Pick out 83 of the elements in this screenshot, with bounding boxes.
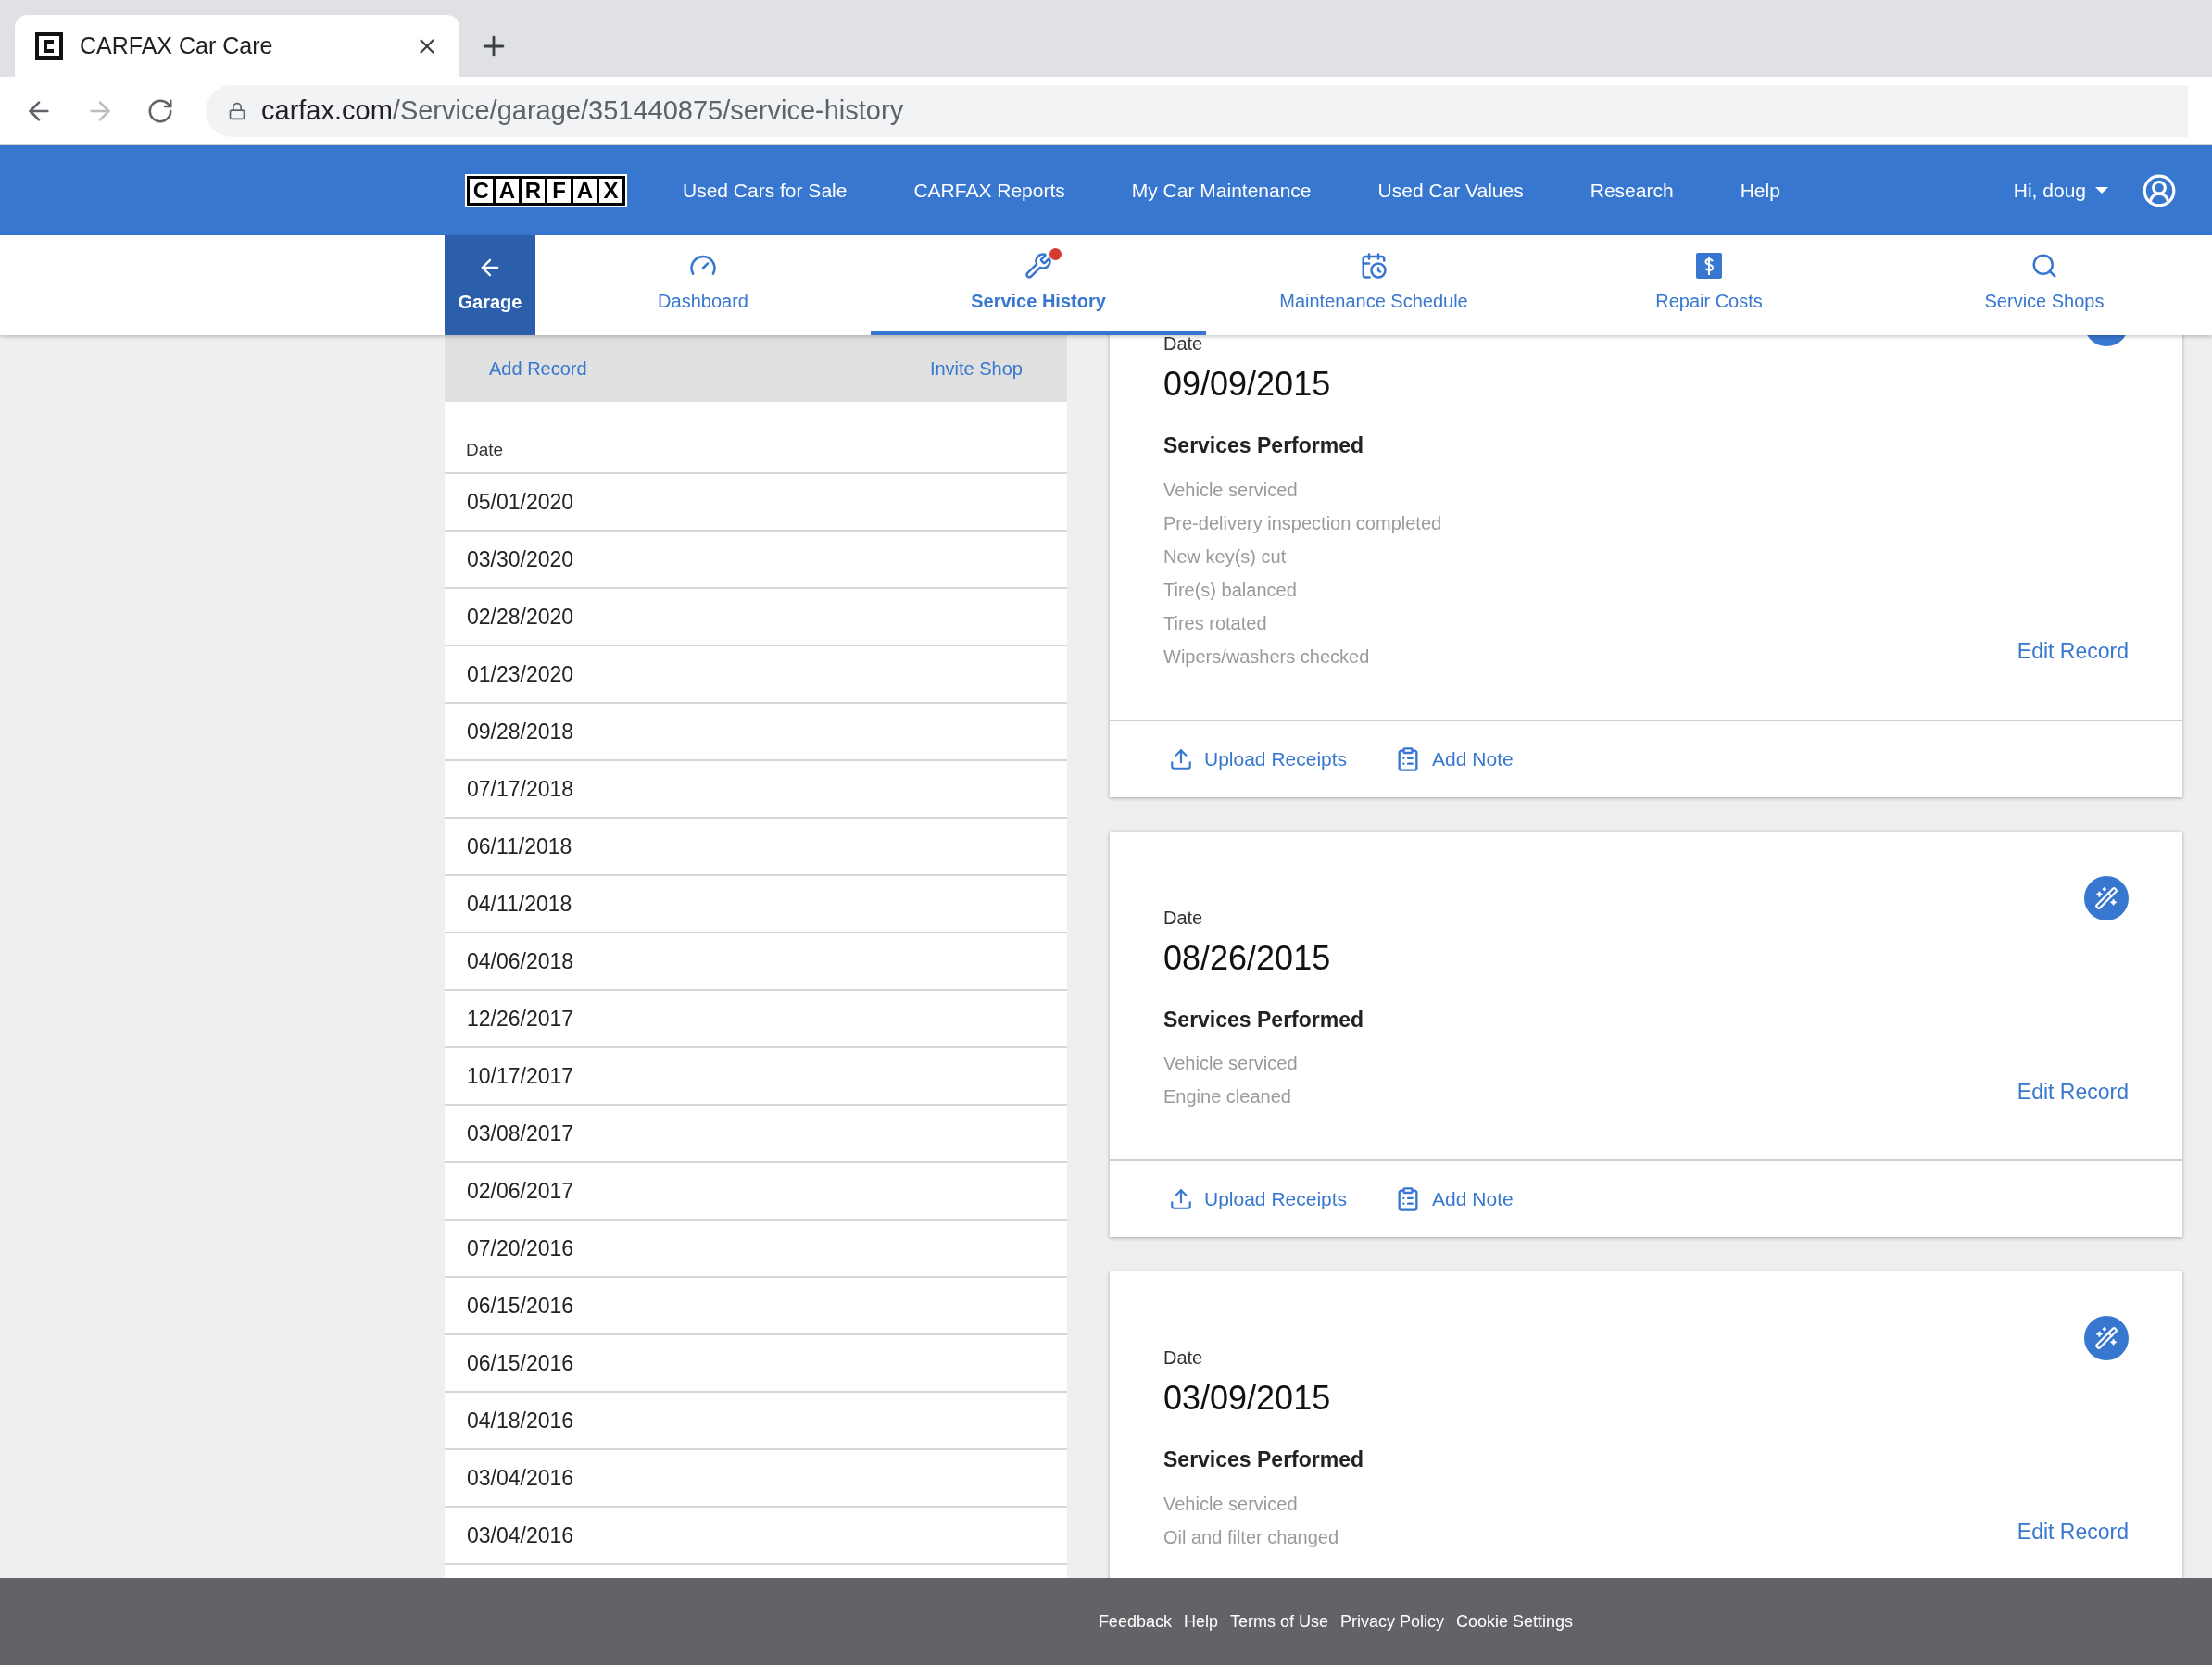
edit-wand-button[interactable] [2084, 875, 2129, 920]
date-row[interactable]: 12/26/2017 [445, 991, 1067, 1048]
carfax-logo[interactable]: C A R F A X [465, 173, 627, 207]
calendar-clock-icon [1360, 251, 1388, 280]
nav-link[interactable]: Help [1740, 175, 1780, 206]
nav-link[interactable]: My Car Maintenance [1131, 175, 1312, 206]
column-header: Date [445, 402, 1067, 474]
wrench-icon [1024, 251, 1052, 280]
section-tab[interactable]: Maintenance Schedule [1206, 235, 1541, 335]
date-row[interactable]: 04/06/2018 [445, 933, 1067, 991]
upload-icon [1169, 1187, 1193, 1211]
service-item: Tire(s) balanced [1163, 578, 1298, 601]
browser-tab[interactable]: CARFAX Car Care [15, 15, 459, 77]
date-label: Date [1163, 335, 1203, 356]
lock-icon [228, 101, 246, 120]
card-action-link[interactable]: Upload Receipts [1169, 1184, 1348, 1214]
footer-link[interactable]: Feedback [1098, 1609, 1172, 1634]
card-action-link[interactable]: Add Note [1395, 744, 1514, 774]
date-row[interactable]: 06/15/2016 [445, 1335, 1067, 1393]
services-heading: Services Performed [1163, 1006, 1365, 1033]
date-row[interactable]: 03/08/2017 [445, 1106, 1067, 1163]
service-item: Oil and filter changed [1163, 1525, 1339, 1548]
date-row[interactable]: 02/06/2017 [445, 1163, 1067, 1221]
service-item: Vehicle serviced [1163, 478, 1299, 501]
edit-wand-button[interactable] [2084, 1316, 2129, 1360]
user-menu-button[interactable]: Hi, doug [2013, 175, 2108, 206]
edit-record-link[interactable]: Edit Record [2017, 635, 2129, 668]
record-date: 03/09/2015 [1163, 1378, 1332, 1419]
footer-link[interactable]: Help [1183, 1609, 1218, 1634]
date-row[interactable]: 03/04/2016 [445, 1508, 1067, 1565]
record-date: 09/09/2015 [1163, 364, 1332, 405]
service-item: Engine cleaned [1163, 1085, 1292, 1108]
date-row[interactable]: 04/11/2018 [445, 876, 1067, 933]
date-row[interactable]: 02/28/2020 [445, 589, 1067, 646]
date-row[interactable]: 06/11/2018 [445, 819, 1067, 876]
favicon-icon [35, 31, 63, 60]
wand-icon [2094, 1326, 2118, 1350]
section-tab[interactable]: Service Shops [1877, 235, 2212, 335]
date-row[interactable]: 04/18/2016 [445, 1393, 1067, 1450]
wand-icon [2094, 885, 2118, 910]
service-item: Wipers/washers checked [1163, 645, 1371, 668]
nav-link[interactable]: Used Cars for Sale [683, 175, 848, 206]
section-tab[interactable]: Repair Costs [1541, 235, 1877, 335]
upload-icon [1169, 746, 1193, 771]
date-row[interactable]: 01/23/2020 [445, 646, 1067, 704]
date-row[interactable]: 05/01/2020 [445, 474, 1067, 532]
section-tab[interactable]: Dashboard [535, 235, 871, 335]
garage-back-button[interactable]: Garage [445, 235, 535, 335]
date-row[interactable]: 10/17/2017 [445, 1048, 1067, 1106]
footer-link[interactable]: Terms of Use [1229, 1609, 1328, 1634]
tab-title: CARFAX Car Care [80, 31, 274, 60]
address-field[interactable]: carfax.com/Service/garage/351440875/service-history [206, 84, 2188, 137]
edit-record-link[interactable]: Edit Record [2017, 1516, 2129, 1548]
date-label: Date [1163, 906, 1203, 930]
date-row[interactable]: 06/15/2016 [445, 1278, 1067, 1335]
footer-link[interactable]: Cookie Settings [1456, 1609, 1574, 1634]
service-item: Pre-delivery inspection completed [1163, 511, 1442, 534]
sidebar-action-link[interactable]: Add Record [489, 355, 587, 382]
services-heading: Services Performed [1163, 432, 1365, 459]
nav-link[interactable]: CARFAX Reports [913, 175, 1065, 206]
date-row[interactable]: 03/04/2016 [445, 1450, 1067, 1508]
date-row[interactable]: 07/17/2018 [445, 761, 1067, 819]
caret-icon [2095, 187, 2108, 194]
service-item: Vehicle serviced [1163, 1052, 1298, 1074]
nav-link[interactable]: Used Car Values [1377, 175, 1524, 206]
user-avatar-icon[interactable] [2142, 172, 2177, 208]
services-heading: Services Performed [1163, 1446, 1365, 1473]
dollar-icon [1695, 251, 1723, 280]
date-row[interactable]: 09/28/2018 [445, 704, 1067, 761]
card-action-link[interactable]: Upload Receipts [1169, 744, 1348, 774]
footer-link[interactable]: Privacy Policy [1340, 1609, 1445, 1634]
edit-record-link[interactable]: Edit Record [2017, 1075, 2129, 1108]
date-label: Date [1163, 1346, 1203, 1370]
record-date: 08/26/2015 [1163, 937, 1332, 979]
service-item: Vehicle serviced [1163, 1492, 1299, 1515]
date-row[interactable]: 07/20/2016 [445, 1221, 1067, 1278]
card-action-link[interactable]: Add Note [1395, 1184, 1514, 1214]
service-item: Tires rotated [1163, 611, 1268, 634]
url-text: carfax.com/Service/garage/351440875/service-history [261, 94, 904, 127]
service-item: New key(s) cut [1163, 545, 1288, 568]
nav-link[interactable]: Research [1590, 175, 1674, 206]
sidebar-action-link[interactable]: Invite Shop [929, 355, 1023, 382]
date-row[interactable]: 03/30/2020 [445, 532, 1067, 589]
